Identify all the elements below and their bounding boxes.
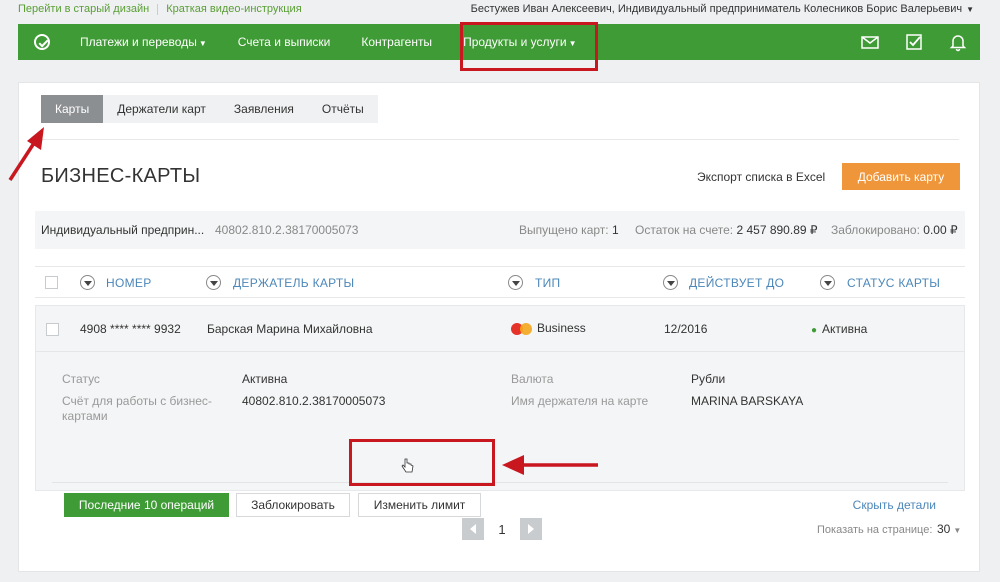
balance-label: Остаток на счете: — [635, 223, 734, 237]
nav-counterparties-label: Контрагенты — [361, 35, 433, 49]
card-type: Business — [511, 321, 586, 335]
last-operations-button[interactable]: Последние 10 операций — [64, 493, 229, 517]
sort-holder-icon[interactable] — [206, 275, 221, 290]
bank-logo-icon[interactable] — [34, 34, 50, 50]
card-row-expanded: 4908 **** **** 9932 Барская Марина Михай… — [35, 305, 965, 517]
card-holder: Барская Марина Михайловна — [207, 322, 373, 336]
column-number[interactable]: НОМЕР — [106, 276, 152, 290]
card-valid-until: 12/2016 — [664, 322, 708, 336]
next-page-button[interactable] — [520, 518, 542, 540]
per-page-value: 30 — [937, 522, 951, 536]
user-menu[interactable]: Бестужев Иван Алексеевич, Индивидуальный… — [471, 3, 974, 15]
per-page-select[interactable]: 30 ▼ — [937, 522, 961, 536]
table-header: НОМЕР ДЕРЖАТЕЛЬ КАРТЫ ТИП ДЕЙСТВУЕТ ДО С… — [35, 266, 965, 298]
sort-type-icon[interactable] — [508, 275, 523, 290]
annotation-highlight-change-limit — [349, 439, 495, 486]
card-number: 4908 **** **** 9932 — [80, 322, 181, 336]
nav-payments-label: Платежи и переводы — [80, 35, 197, 49]
select-all-checkbox[interactable] — [45, 276, 58, 289]
checklist-icon[interactable] — [904, 32, 924, 52]
column-status[interactable]: СТАТУС КАРТЫ — [847, 276, 940, 290]
status-label: Активна — [822, 322, 868, 336]
account-name: Индивидуальный предприн... — [41, 223, 205, 237]
export-excel-link[interactable]: Экспорт списка в Excel — [697, 170, 825, 184]
tab-cards[interactable]: Карты — [41, 95, 104, 123]
nav-accounts[interactable]: Счета и выписки — [238, 35, 331, 49]
old-design-link[interactable]: Перейти в старый дизайн — [18, 3, 149, 15]
detail-currency-value: Рубли — [691, 372, 726, 386]
add-card-button[interactable]: Добавить карту — [842, 163, 960, 190]
blocked-value: 0.00 ₽ — [923, 223, 958, 237]
column-holder[interactable]: ДЕРЖАТЕЛЬ КАРТЫ — [233, 276, 354, 290]
detail-holder-name-label: Имя держателя на карте — [511, 394, 649, 408]
block-card-button[interactable]: Заблокировать — [236, 493, 350, 517]
mastercard-icon — [511, 322, 533, 335]
chevron-down-icon: ▼ — [198, 39, 207, 48]
detail-account-label: Счёт для работы с бизнес-картами — [62, 394, 212, 423]
tab-bar: Карты Держатели карт Заявления Отчёты — [41, 95, 378, 123]
row-checkbox[interactable] — [46, 323, 59, 336]
divider — [52, 482, 948, 483]
sort-valid-icon[interactable] — [663, 275, 678, 290]
sort-number-icon[interactable] — [80, 275, 95, 290]
account-summary: Индивидуальный предприн... 40802.810.2.3… — [35, 211, 965, 249]
change-limit-button[interactable]: Изменить лимит — [358, 493, 481, 517]
video-instruction-link[interactable]: Краткая видео-инструкция — [166, 3, 301, 15]
detail-account-value: 40802.810.2.38170005073 — [242, 394, 386, 408]
balance-stat: Остаток на счете: 2 457 890.89 ₽ — [635, 223, 818, 237]
detail-currency-label: Валюта — [511, 372, 554, 386]
nav-accounts-label: Счета и выписки — [237, 35, 331, 49]
issued-cards-value: 1 — [611, 223, 619, 237]
hide-details-link[interactable]: Скрыть детали — [853, 498, 936, 512]
user-name: Бестужев Иван Алексеевич, Индивидуальный… — [470, 3, 963, 15]
sort-status-icon[interactable] — [820, 275, 835, 290]
card-type-label: Business — [537, 321, 586, 335]
balance-value: 2 457 890.89 ₽ — [736, 223, 818, 237]
issued-cards-label: Выпущено карт: — [519, 223, 609, 237]
tab-reports[interactable]: Отчёты — [308, 95, 378, 123]
status-badge: ● Активна — [811, 322, 867, 336]
annotation-highlight-products — [460, 22, 598, 71]
column-valid-until[interactable]: ДЕЙСТВУЕТ ДО — [689, 276, 784, 290]
pagination: 1 — [462, 518, 542, 540]
per-page-label: Показать на странице: — [817, 524, 933, 536]
detail-status-value: Активна — [242, 372, 288, 386]
chevron-down-icon: ▼ — [966, 5, 974, 14]
cards-panel: Карты Держатели карт Заявления Отчёты БИ… — [18, 82, 980, 572]
hand-cursor-icon — [401, 458, 414, 473]
nav-payments[interactable]: Платежи и переводы ▼ — [80, 35, 207, 49]
status-dot-icon: ● — [811, 325, 818, 336]
page-title: БИЗНЕС-КАРТЫ — [41, 165, 201, 187]
prev-page-button[interactable] — [462, 518, 484, 540]
mail-icon[interactable] — [860, 32, 880, 52]
divider — [39, 139, 959, 140]
table-row[interactable]: 4908 **** **** 9932 Барская Марина Михай… — [36, 306, 964, 352]
top-links: Перейти в старый дизайн Краткая видео-ин… — [18, 3, 302, 15]
chevron-down-icon: ▼ — [953, 526, 962, 535]
blocked-label: Заблокировано: — [831, 223, 920, 237]
column-type[interactable]: ТИП — [535, 276, 560, 290]
tab-cardholders[interactable]: Держатели карт — [103, 95, 220, 123]
tab-applications[interactable]: Заявления — [220, 95, 308, 123]
bell-icon[interactable] — [948, 32, 968, 52]
detail-status-label: Статус — [62, 372, 100, 386]
detail-holder-name-value: MARINA BARSKAYA — [691, 394, 804, 408]
page-number[interactable]: 1 — [484, 522, 520, 537]
account-number: 40802.810.2.38170005073 — [215, 223, 359, 237]
nav-counterparties[interactable]: Контрагенты — [361, 35, 432, 49]
divider — [157, 4, 159, 15]
issued-cards-stat: Выпущено карт: 1 — [519, 223, 619, 237]
blocked-stat: Заблокировано: 0.00 ₽ — [831, 223, 958, 237]
